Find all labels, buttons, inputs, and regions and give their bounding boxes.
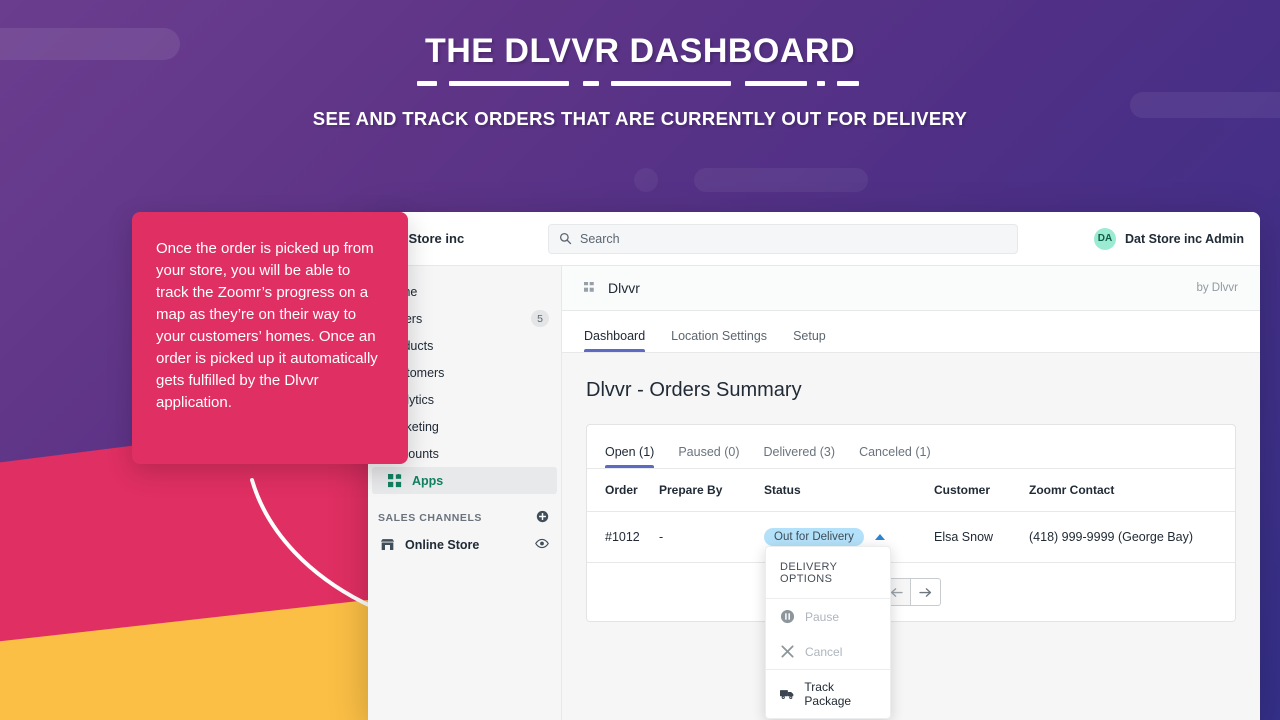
app-header-bar: Dlvvr by Dlvvr [562, 266, 1260, 311]
tab-setup[interactable]: Setup [793, 329, 826, 352]
sales-channels-label: SALES CHANNELS [378, 512, 482, 524]
cell-zoomr-contact: (418) 999-9999 (George Bay) [1029, 511, 1235, 563]
cell-prepare-by: - [659, 511, 764, 563]
page-title: THE DLVVR DASHBOARD [424, 32, 856, 70]
search-placeholder: Search [580, 231, 620, 246]
app-grid-icon [584, 281, 594, 292]
app-name: Dlvvr [608, 280, 640, 296]
sidebar-item-label: Apps [412, 473, 444, 488]
storefront-icon [380, 539, 395, 550]
apps-grid-icon [388, 473, 402, 487]
menu-item-label: Cancel [805, 644, 843, 659]
dashboard-content: Dlvvr - Orders Summary Open (1) Paused (… [562, 353, 1260, 720]
table-header-row: Order Prepare By Status Customer Zoomr C… [587, 469, 1235, 512]
orders-card: Open (1) Paused (0) Delivered (3) Cancel… [586, 424, 1236, 622]
eye-icon [535, 538, 549, 549]
tab-label: Dashboard [584, 329, 646, 343]
hero-subtitle: SEE AND TRACK ORDERS THAT ARE CURRENTLY … [312, 108, 968, 129]
order-tab-delivered[interactable]: Delivered (3) [764, 445, 836, 468]
cell-order-number: #1012 [587, 511, 659, 563]
add-channel-button[interactable] [536, 510, 549, 526]
callout-box: Once the order is picked up from your st… [132, 212, 408, 464]
menu-item-track-package[interactable]: Track Package [766, 669, 890, 718]
order-tab-paused[interactable]: Paused (0) [678, 445, 739, 468]
user-menu[interactable]: DA Dat Store inc Admin [1094, 227, 1244, 250]
arrow-left-icon [890, 587, 903, 597]
order-status-tabs: Open (1) Paused (0) Delivered (3) Cancel… [587, 425, 1235, 469]
menu-item-label: Track Package [804, 680, 852, 708]
order-tab-label: Paused (0) [678, 445, 740, 459]
orders-table: Order Prepare By Status Customer Zoomr C… [587, 469, 1235, 563]
order-tab-open[interactable]: Open (1) [605, 445, 655, 468]
dropdown-header: DELIVERY OPTIONS [780, 561, 838, 585]
column-header-prepare-by: Prepare By [659, 469, 764, 512]
column-header-status: Status [764, 469, 934, 512]
tab-label: Setup [793, 329, 826, 343]
decorative-pill-center [694, 168, 868, 192]
app-topbar: Dat Store inc Search DA Dat Store inc Ad… [368, 212, 1260, 266]
sales-channels-header: SALES CHANNELS [368, 505, 561, 531]
menu-item-pause[interactable]: Pause [766, 598, 890, 634]
truck-icon [780, 689, 794, 699]
app-byline: by Dlvvr [1196, 282, 1238, 294]
orders-count-badge: 5 [531, 310, 549, 327]
next-page-button[interactable] [911, 578, 941, 606]
plus-circle-icon [536, 510, 549, 523]
delivery-options-dropdown: DELIVERY OPTIONS Pause Cancel Track Pack… [765, 546, 891, 719]
menu-item-cancel[interactable]: Cancel [766, 634, 890, 669]
column-header-order: Order [587, 469, 659, 512]
tab-dashboard[interactable]: Dashboard [584, 329, 646, 352]
column-header-zoomr-contact: Zoomr Contact [1029, 469, 1235, 512]
tab-label: Location Settings [671, 329, 768, 343]
sidebar-item-apps[interactable]: Apps [372, 467, 557, 494]
orders-table-head: Order Prepare By Status Customer Zoomr C… [587, 469, 1235, 512]
arrow-right-icon [919, 587, 932, 597]
cell-customer: Elsa Snow [934, 511, 1029, 563]
menu-item-label: Pause [805, 609, 840, 624]
callout-text: Once the order is picked up from your st… [156, 240, 378, 412]
main-content: Dlvvr by Dlvvr Dashboard Location Settin… [562, 266, 1260, 720]
avatar: DA [1094, 227, 1116, 250]
pause-icon [780, 609, 795, 624]
dashed-divider [417, 81, 863, 86]
status-badge: Out for Delivery [764, 528, 864, 546]
close-icon [781, 645, 794, 658]
column-header-customer: Customer [934, 469, 1029, 512]
order-tab-label: Open (1) [605, 445, 655, 459]
order-tab-label: Delivered (3) [763, 445, 836, 459]
decorative-dot-center [634, 168, 658, 192]
table-footer [587, 563, 1235, 621]
preview-store-button[interactable] [535, 538, 549, 552]
tab-location-settings[interactable]: Location Settings [671, 329, 767, 352]
section-title: Dlvvr - Orders Summary [586, 379, 802, 401]
order-tab-label: Canceled (1) [859, 445, 931, 459]
order-tab-canceled[interactable]: Canceled (1) [859, 445, 931, 468]
chevron-up-icon[interactable] [875, 534, 886, 540]
search-icon [559, 232, 572, 245]
orders-table-body: #1012 - Out for Delivery Elsa Snow (418)… [587, 511, 1235, 563]
search-input[interactable]: Search [548, 223, 1018, 254]
user-name: Dat Store inc Admin [1125, 231, 1244, 246]
sidebar-item-online-store[interactable]: Online Store [368, 531, 561, 559]
app-tabbar: Dashboard Location Settings Setup [562, 311, 1260, 353]
table-row[interactable]: #1012 - Out for Delivery Elsa Snow (418)… [587, 511, 1235, 563]
hero-section: THE DLVVR DASHBOARD SEE AND TRACK ORDERS… [0, 0, 1280, 130]
channel-label: Online Store [405, 538, 480, 552]
